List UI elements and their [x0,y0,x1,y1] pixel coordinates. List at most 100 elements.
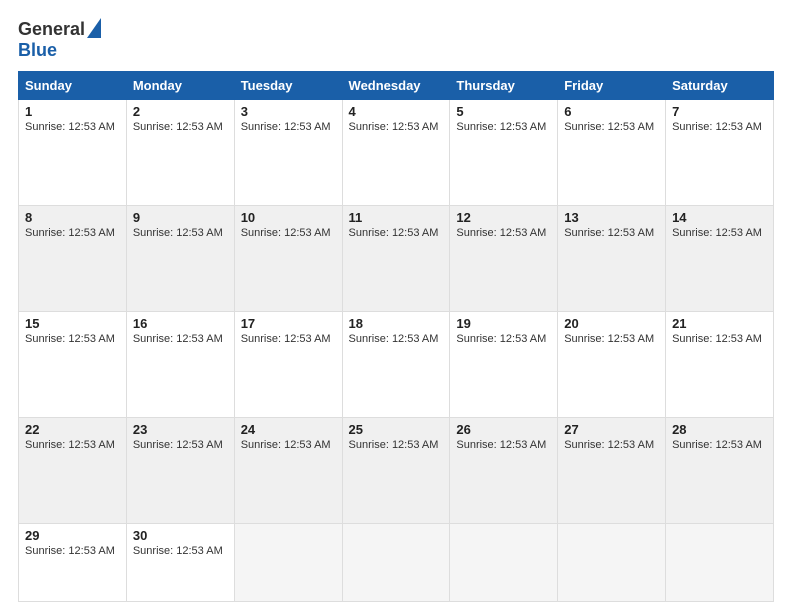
calendar-week-row: 22Sunrise: 12:53 AM23Sunrise: 12:53 AM24… [19,418,774,524]
table-row: 30Sunrise: 12:53 AM [126,524,234,602]
sunrise-text: Sunrise: 12:53 AM [25,121,120,133]
table-row: 25 Sunrise: 12:53 AM [342,418,450,524]
day-number: 26 [456,422,551,437]
day-number: 18 [349,316,444,331]
table-row: 2 Sunrise: 12:53 AM [126,100,234,206]
table-row: 3 Sunrise: 12:53 AM [234,100,342,206]
calendar-week-row: 29Sunrise: 12:53 AM30Sunrise: 12:53 AM [19,524,774,602]
sunrise-text: Sunrise: 12:53 AM [133,333,228,345]
table-row: 14 Sunrise: 12:53 AM [666,206,774,312]
sunrise-text: Sunrise: 12:53 AM [25,439,120,451]
day-number: 9 [133,210,228,225]
table-row: 21 Sunrise: 12:53 AM [666,312,774,418]
day-number: 6 [564,104,659,119]
day-number: 24 [241,422,336,437]
table-row: 4Sunrise: 12:53 AM [342,100,450,206]
table-row: 1 Sunrise: 12:53 AM [19,100,127,206]
sunrise-text: Sunrise: 12:53 AM [241,439,336,451]
sunrise-text: Sunrise: 12:53 AM [672,333,767,345]
sunrise-text: Sunrise: 12:53 AM [564,121,659,133]
weekday-header-row: Sunday Monday Tuesday Wednesday Thursday… [19,72,774,100]
table-row: 26Sunrise: 12:53 AM [450,418,558,524]
col-monday: Monday [126,72,234,100]
sunrise-text: Sunrise: 12:53 AM [564,439,659,451]
day-number: 2 [133,104,228,119]
day-number: 11 [349,210,444,225]
calendar-week-row: 1 Sunrise: 12:53 AM 2 Sunrise: 12:53 AM 3 Sun… [19,100,774,206]
col-saturday: Saturday [666,72,774,100]
sunrise-text: Sunrise: 12:53 AM [349,439,444,451]
sunrise-text: Sunrise: 12:53 AM [241,121,336,133]
sunrise-text: Sunrise: 12:53 AM [672,439,767,451]
sunrise-text: Sunrise: 12:53 AM [133,121,228,133]
day-number: 5 [456,104,551,119]
table-row: 24 Sunrise: 12:53 AM [234,418,342,524]
day-number: 10 [241,210,336,225]
table-row: 12Sunrise: 12:53 AM [450,206,558,312]
table-row: 22 Sunrise: 12:53 AM [19,418,127,524]
calendar-week-row: 8 Sunrise: 12:53 AM 9 Sunrise: 12:53 AM 10 Su… [19,206,774,312]
table-row: 7 Sunrise: 12:53 AM [666,100,774,206]
day-number: 19 [456,316,551,331]
table-row: 16 Sunrise: 12:53 AM [126,312,234,418]
day-number: 22 [25,422,120,437]
table-row [450,524,558,602]
day-number: 27 [564,422,659,437]
table-row: 27 Sunrise: 12:53 AM [558,418,666,524]
logo: General Blue [18,18,101,61]
page: General Blue Sunday Monday Tuesday Wedne… [0,0,792,612]
table-row: 13 Sunrise: 12:53 AM [558,206,666,312]
day-number: 17 [241,316,336,331]
sunrise-text: Sunrise: 12:53 AM [456,333,551,345]
table-row: 17 Sunrise: 12:53 AM [234,312,342,418]
table-row [234,524,342,602]
day-number: 20 [564,316,659,331]
sunrise-text: Sunrise: 12:53 AM [672,121,767,133]
sunrise-text: Sunrise: 12:53 AM [564,333,659,345]
day-number: 1 [25,104,120,119]
day-number: 7 [672,104,767,119]
day-number: 14 [672,210,767,225]
sunrise-text: Sunrise: 12:53 AM [133,439,228,451]
table-row [558,524,666,602]
table-row [666,524,774,602]
sunrise-text: Sunrise: 12:53 AM [25,333,120,345]
logo-blue: Blue [18,40,101,61]
sunrise-text: Sunrise: 12:53 AM [133,227,228,239]
table-row: 18Sunrise: 12:53 AM [342,312,450,418]
day-number: 29 [25,528,120,543]
logo-triangle-icon [87,18,101,38]
day-number: 16 [133,316,228,331]
day-number: 3 [241,104,336,119]
sunrise-text: Sunrise: 12:53 AM [349,121,444,133]
sunrise-text: Sunrise: 12:53 AM [241,333,336,345]
calendar-table: Sunday Monday Tuesday Wednesday Thursday… [18,71,774,602]
table-row: 29Sunrise: 12:53 AM [19,524,127,602]
sunrise-text: Sunrise: 12:53 AM [564,227,659,239]
table-row: 9 Sunrise: 12:53 AM [126,206,234,312]
table-row: 23 Sunrise: 12:53 AM [126,418,234,524]
sunrise-text: Sunrise: 12:53 AM [456,227,551,239]
table-row [342,524,450,602]
sunrise-text: Sunrise: 12:53 AM [672,227,767,239]
sunrise-text: Sunrise: 12:53 AM [349,227,444,239]
logo-text-block: General Blue [18,18,101,61]
col-sunday: Sunday [19,72,127,100]
day-number: 23 [133,422,228,437]
calendar-week-row: 15Sunrise: 12:53 AM16Sunrise: 12:53 AM17… [19,312,774,418]
day-number: 8 [25,210,120,225]
day-number: 13 [564,210,659,225]
col-thursday: Thursday [450,72,558,100]
col-friday: Friday [558,72,666,100]
table-row: 6 Sunrise: 12:53 AM [558,100,666,206]
logo-general: General [18,19,85,40]
table-row: 15Sunrise: 12:53 AM [19,312,127,418]
day-number: 25 [349,422,444,437]
sunrise-text: Sunrise: 12:53 AM [241,227,336,239]
table-row: 20 Sunrise: 12:53 AM [558,312,666,418]
sunrise-text: Sunrise: 12:53 AM [456,121,551,133]
col-wednesday: Wednesday [342,72,450,100]
header: General Blue [18,18,774,61]
day-number: 30 [133,528,228,543]
day-number: 21 [672,316,767,331]
